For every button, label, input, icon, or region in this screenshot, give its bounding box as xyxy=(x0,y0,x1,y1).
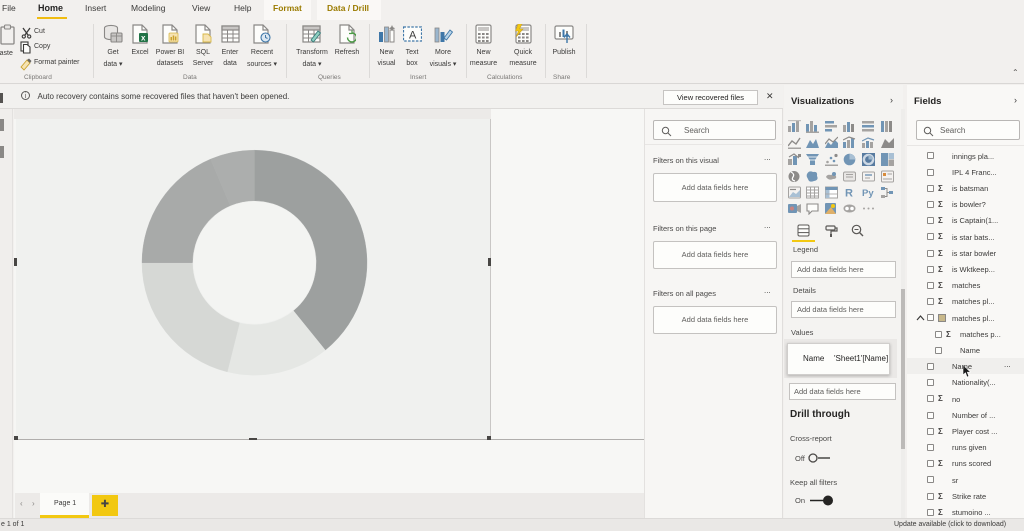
svg-text:R: R xyxy=(845,188,853,200)
svg-text:Py: Py xyxy=(862,188,874,199)
